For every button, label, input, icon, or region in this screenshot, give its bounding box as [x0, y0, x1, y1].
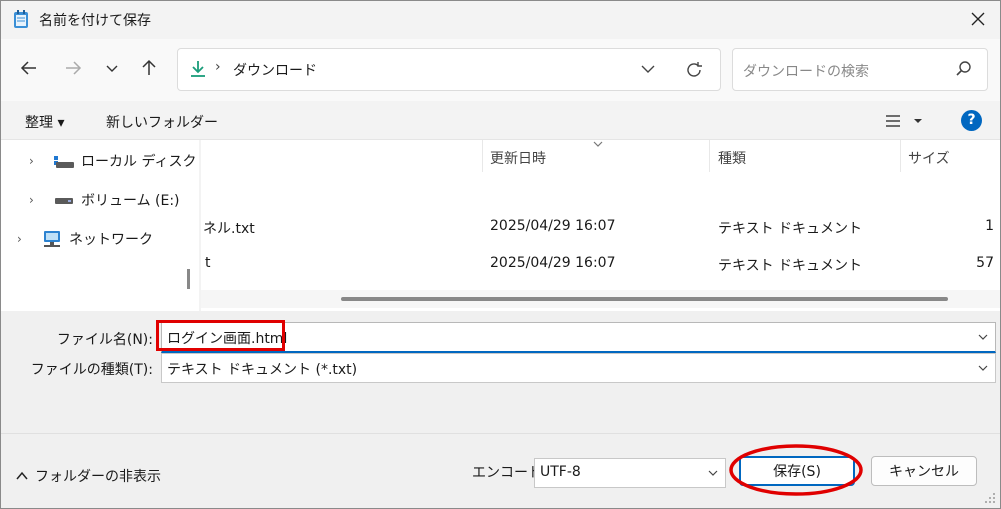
back-arrow-icon[interactable]	[17, 56, 41, 80]
view-options-icon[interactable]	[882, 111, 932, 131]
drive-icon	[55, 198, 73, 204]
file-size: 57	[976, 255, 994, 271]
file-list: 更新日時 種類 サイズ ネル.txt 2025/04/29 16:07 テキスト…	[201, 140, 1000, 311]
filetype-select[interactable]: テキスト ドキュメント (*.txt)	[161, 353, 996, 383]
command-bar: 整理 ▾ 新しいフォルダー ?	[1, 101, 1000, 140]
tree-item-label: ローカル ディスク	[81, 154, 197, 170]
breadcrumb-downloads[interactable]: ダウンロード	[233, 60, 317, 80]
title-bar: 名前を付けて保存	[1, 1, 1000, 39]
new-folder-button[interactable]: 新しいフォルダー	[106, 112, 218, 132]
tree-item-label: ネットワーク	[69, 232, 153, 248]
file-name: ネル.txt	[203, 221, 255, 237]
resize-grip-icon[interactable]	[984, 492, 996, 504]
cancel-button[interactable]: キャンセル	[871, 456, 977, 486]
organize-button[interactable]: 整理 ▾	[25, 112, 64, 132]
file-size: 1	[985, 218, 994, 234]
hide-folders-label: フォルダーの非表示	[35, 469, 161, 485]
refresh-icon[interactable]	[683, 59, 705, 81]
address-bar[interactable]: › ダウンロード	[177, 48, 721, 91]
expand-chevron-icon[interactable]: ›	[29, 154, 43, 168]
encoding-value: UTF-8	[540, 464, 581, 480]
file-modified: 2025/04/29 16:07	[490, 255, 616, 271]
file-type: テキスト ドキュメント	[718, 258, 863, 274]
column-divider[interactable]	[482, 140, 483, 172]
column-header-modified[interactable]: 更新日時	[490, 148, 546, 168]
file-row[interactable]: t 2025/04/29 16:07 テキスト ドキュメント 57	[201, 249, 1000, 279]
navigation-pane: › ローカル ディスク › ボリューム (E:) › ネットワーク	[1, 140, 199, 311]
forward-arrow-icon[interactable]	[61, 56, 85, 80]
file-name: t	[205, 255, 211, 271]
navigation-bar: › ダウンロード ダウンロードの検索	[1, 39, 1000, 101]
download-icon	[191, 61, 205, 77]
tree-item-network[interactable]: › ネットワーク	[17, 227, 153, 251]
tree-item-volume-e[interactable]: › ボリューム (E:)	[29, 188, 180, 212]
expand-chevron-icon[interactable]: ›	[29, 193, 43, 207]
close-icon[interactable]	[966, 7, 990, 31]
sort-indicator-icon	[593, 141, 603, 147]
help-icon[interactable]: ?	[961, 110, 982, 131]
file-row[interactable]: ネル.txt 2025/04/29 16:07 テキスト ドキュメント 1	[201, 212, 1000, 242]
tree-item-label: ボリューム (E:)	[81, 193, 180, 209]
column-divider[interactable]	[900, 140, 901, 172]
local-disk-icon	[54, 156, 74, 168]
address-dropdown-chevron-icon[interactable]	[638, 59, 658, 79]
search-box[interactable]: ダウンロードの検索	[732, 48, 988, 91]
notepad-icon	[14, 10, 28, 28]
tree-item-local-disk[interactable]: › ローカル ディスク	[29, 149, 196, 173]
filename-label: ファイル名(N):	[56, 332, 153, 348]
encoding-select[interactable]: UTF-8	[534, 458, 726, 488]
filename-dropdown-chevron-icon[interactable]	[976, 330, 990, 344]
breadcrumb-separator: ›	[215, 59, 221, 75]
search-icon[interactable]	[955, 60, 973, 78]
column-header-type[interactable]: 種類	[718, 148, 746, 168]
filename-highlight-annotation	[156, 320, 285, 351]
filetype-dropdown-chevron-icon[interactable]	[976, 361, 990, 375]
filetype-value: テキスト ドキュメント (*.txt)	[167, 362, 358, 378]
navigation-pane-scrollbar[interactable]	[187, 269, 190, 289]
window-title: 名前を付けて保存	[39, 13, 151, 29]
filename-input[interactable]: ログイン画面.html	[161, 322, 996, 353]
column-header-size[interactable]: サイズ	[908, 148, 950, 168]
save-button-highlight-annotation	[729, 444, 863, 496]
cancel-button-label: キャンセル	[889, 464, 959, 480]
column-divider[interactable]	[709, 140, 710, 172]
horizontal-scrollbar-thumb[interactable]	[341, 297, 948, 301]
recent-locations-chevron-icon[interactable]	[100, 56, 124, 80]
save-as-dialog: 名前を付けて保存 › ダウンロード ダウンロードの検索 整理 ▾ 新しいフォルダ…	[0, 0, 1001, 509]
expand-chevron-icon[interactable]: ›	[17, 232, 31, 246]
up-arrow-icon[interactable]	[137, 56, 161, 80]
file-type: テキスト ドキュメント	[718, 221, 863, 237]
hide-folders-toggle[interactable]: フォルダーの非表示	[15, 466, 161, 486]
encoding-dropdown-chevron-icon[interactable]	[706, 466, 720, 480]
file-modified: 2025/04/29 16:07	[490, 218, 616, 234]
network-icon	[44, 231, 60, 247]
chevron-up-icon	[16, 471, 28, 480]
filetype-label: ファイルの種類(T):	[30, 362, 153, 378]
search-placeholder: ダウンロードの検索	[743, 64, 869, 80]
